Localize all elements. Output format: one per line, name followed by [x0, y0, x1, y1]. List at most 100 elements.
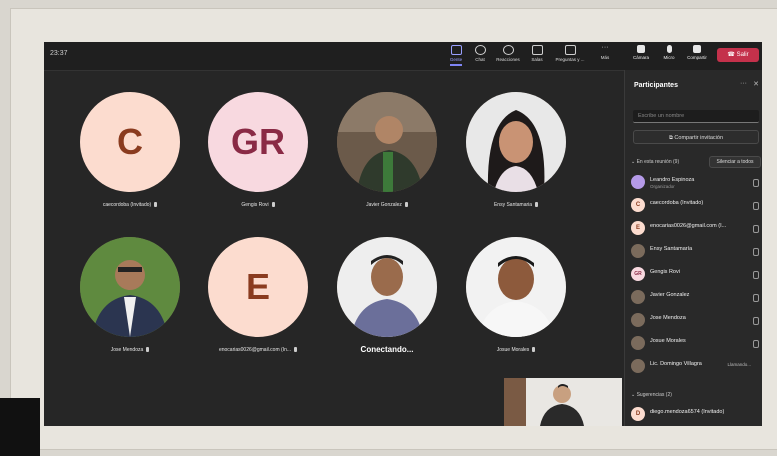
mic-off-icon: [532, 347, 536, 353]
suggestions-label: Sugerencias (2): [636, 392, 672, 398]
in-meeting-label: En esta reunión (9): [636, 159, 680, 165]
participant-name: Josue Morales: [650, 338, 686, 344]
participant-name: Jose Mendoza: [66, 347, 194, 353]
participant-photo: [80, 237, 180, 337]
mute-all-button[interactable]: Silenciar a todos: [709, 156, 761, 168]
more-icon: ···: [601, 44, 609, 51]
participant-name: Lic. Domingo Villagra: [650, 361, 702, 367]
participant-row[interactable]: Lic. Domingo Villagra Llamando...: [631, 355, 762, 377]
more-options-icon[interactable]: ···: [740, 80, 747, 87]
avatar: [631, 175, 645, 189]
toolbar-rooms-button[interactable]: Salas: [522, 45, 552, 62]
participant-row[interactable]: E enocarias0026@gmail.com (I...: [631, 217, 762, 239]
qa-icon: [564, 45, 576, 55]
avatar: GR: [208, 92, 308, 192]
avatar: C: [80, 92, 180, 192]
microphone-icon: [666, 45, 672, 53]
participant-name: Javier Gonzalez: [323, 202, 451, 208]
leave-label: Salir: [736, 52, 749, 58]
mic-off-icon: [753, 225, 759, 233]
phone-hangup-icon: ☎: [727, 52, 737, 58]
video-grid: C caecordoba (Invitado) GR Gengis Rovi J…: [44, 70, 624, 426]
participant-name: Leandro Espinoza: [650, 177, 695, 183]
panel-title: Participantes: [634, 82, 678, 89]
calling-status: Llamando...: [727, 362, 751, 367]
mic-off-icon: [535, 202, 539, 208]
participant-name: Ensy Santamaria: [452, 202, 580, 208]
avatar: E: [631, 221, 645, 235]
search-input[interactable]: Escribe un nombre: [633, 110, 759, 123]
suggested-participant-row[interactable]: D diego.mendoza6574 (Invitado): [631, 403, 762, 425]
participant-photo: [466, 237, 566, 337]
participant-photo: [337, 92, 437, 192]
avatar: [631, 290, 645, 304]
toolbar-reactions-button[interactable]: Reacciones: [493, 45, 523, 62]
avatar: [631, 336, 645, 350]
participant-photo: [466, 92, 566, 192]
connecting-status: Conectando...: [360, 345, 414, 354]
participant-name: Jose Mendoza: [650, 315, 686, 321]
participant-photo: [337, 237, 437, 337]
toolbar-rooms-label: Salas: [531, 57, 543, 62]
share-invite-button[interactable]: ⧉ Compartir invitación: [633, 130, 759, 144]
person-photo-icon: [337, 92, 437, 192]
avatar: E: [208, 237, 308, 337]
participant-row[interactable]: Josue Morales: [631, 332, 762, 354]
microphone-button[interactable]: Micro: [656, 45, 682, 60]
participant-name: diego.mendoza6574 (Invitado): [650, 409, 725, 415]
avatar: GR: [631, 267, 645, 281]
participant-name: enocarias0026@gmail.com (I...: [650, 223, 727, 229]
camera-icon: [637, 45, 645, 53]
toolbar-people-label: Gente: [449, 57, 463, 62]
person-photo-icon: [466, 237, 566, 337]
participant-name: Gengis Rovi: [194, 202, 322, 208]
microphone-label: Micro: [663, 55, 675, 60]
participant-name: Javier Gonzalez: [650, 292, 690, 298]
mic-off-icon: [753, 202, 759, 210]
participant-row[interactable]: Leandro Espinoza Organizador: [631, 171, 762, 193]
avatar: [631, 359, 645, 373]
person-photo-icon: [80, 237, 180, 337]
participant-name: Ensy Santamaría: [650, 246, 693, 252]
share-button[interactable]: Compartir: [684, 45, 710, 60]
participant-row[interactable]: Jose Mendoza: [631, 309, 762, 331]
avatar: [631, 244, 645, 258]
participant-name: Gengis Rovi: [650, 269, 680, 275]
participant-row[interactable]: Ensy Santamaría: [631, 240, 762, 262]
rooms-icon: [531, 45, 543, 55]
toolbar-qa-button[interactable]: Preguntas y ...: [555, 45, 585, 62]
participant-row[interactable]: Javier Gonzalez: [631, 286, 762, 308]
close-icon[interactable]: ✕: [753, 80, 759, 88]
share-label: Compartir: [687, 55, 707, 60]
leave-button[interactable]: ☎ Salir: [717, 48, 759, 62]
participant-name: enocarias0026@gmail.com (In...: [194, 347, 322, 353]
participant-name: Josue Morales: [452, 347, 580, 353]
participant-row[interactable]: C caecordoba (Invitado): [631, 194, 762, 216]
mic-off-icon: [154, 202, 158, 208]
suggestions-header[interactable]: ⌄ Sugerencias (2): [631, 392, 672, 398]
mic-off-icon: [271, 202, 275, 208]
participant-row[interactable]: GR Gengis Rovi: [631, 263, 762, 285]
mic-off-icon: [753, 271, 759, 279]
self-view-video[interactable]: [504, 378, 622, 426]
background-dark-corner: [0, 398, 40, 456]
in-meeting-header[interactable]: ⌄ En esta reunión (9): [631, 159, 679, 165]
mic-off-icon: [404, 202, 408, 208]
toolbar-chat-button[interactable]: Chat: [465, 45, 495, 62]
person-photo-icon: [337, 237, 437, 337]
teams-meeting-window: 23:37 Gente Chat Reacciones Salas Pregun…: [44, 42, 762, 426]
avatar: C: [631, 198, 645, 212]
meeting-toolbar: 23:37 Gente Chat Reacciones Salas Pregun…: [44, 42, 762, 71]
toolbar-qa-label: Preguntas y ...: [555, 57, 585, 62]
share-invite-label: Compartir invitación: [674, 135, 724, 141]
participant-role: Organizador: [650, 184, 675, 189]
mic-off-icon: [294, 347, 298, 353]
toolbar-more-label: Más: [600, 55, 610, 60]
camera-button[interactable]: Cámara: [628, 45, 654, 60]
camera-label: Cámara: [632, 55, 649, 60]
toolbar-more-button[interactable]: ··· Más: [590, 44, 620, 60]
meeting-clock: 23:37: [50, 50, 68, 57]
person-photo-icon: [466, 92, 566, 192]
self-view-photo-icon: [504, 378, 622, 426]
toolbar-chat-label: Chat: [475, 57, 485, 62]
